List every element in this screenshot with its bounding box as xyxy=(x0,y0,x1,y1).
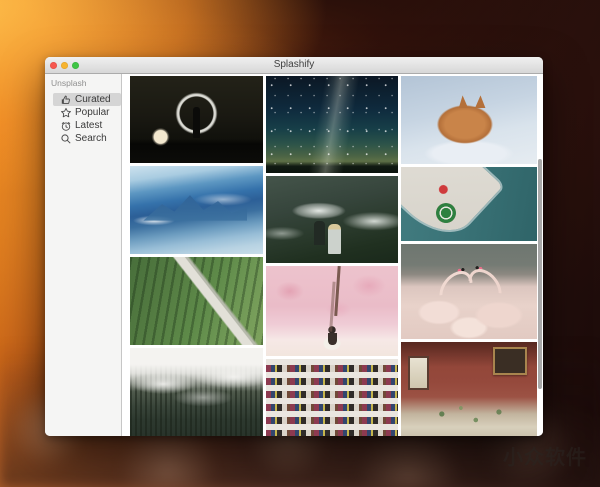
sidebar-item-label: Latest xyxy=(75,120,102,131)
sidebar-item-label: Search xyxy=(75,133,107,144)
scrollbar[interactable] xyxy=(538,159,542,389)
sidebar-item-label: Popular xyxy=(75,107,109,118)
titlebar[interactable]: Splashify xyxy=(45,57,543,74)
photo-grid-area xyxy=(122,74,543,436)
photo-foggy-hikers[interactable] xyxy=(266,176,398,263)
photo-night-light-circle[interactable] xyxy=(130,76,263,163)
sidebar-header: Unsplash xyxy=(51,78,121,88)
window-title: Splashify xyxy=(45,57,543,73)
photo-sleeping-fox[interactable] xyxy=(401,76,537,164)
star-icon xyxy=(60,107,72,119)
photo-cherry-blossom[interactable] xyxy=(266,266,398,356)
app-window: Splashify Unsplash Curated Popular La xyxy=(45,57,543,436)
gallery-column xyxy=(401,76,537,436)
minimize-button[interactable] xyxy=(61,62,68,69)
sidebar-item-label: Curated xyxy=(75,94,111,105)
search-icon xyxy=(60,133,72,145)
sidebar: Unsplash Curated Popular Latest xyxy=(45,74,122,436)
traffic-lights xyxy=(50,57,79,73)
photo-farm-fields[interactable] xyxy=(130,257,263,345)
photo-balcony-building[interactable] xyxy=(266,359,398,436)
photo-foggy-forest[interactable] xyxy=(130,348,263,436)
sidebar-item-search[interactable]: Search xyxy=(53,132,121,145)
gallery-column xyxy=(266,76,398,436)
clock-icon xyxy=(60,120,72,132)
photo-milky-way[interactable] xyxy=(266,76,398,173)
window-content: Unsplash Curated Popular Latest xyxy=(45,74,543,436)
photo-ship-aerial[interactable] xyxy=(401,167,537,241)
thumbs-up-icon xyxy=(60,94,72,106)
gallery-column xyxy=(130,76,263,436)
sidebar-item-curated[interactable]: Curated xyxy=(53,93,121,106)
photo-blue-mountains[interactable] xyxy=(130,166,263,254)
sidebar-item-popular[interactable]: Popular xyxy=(53,106,121,119)
photo-grid xyxy=(122,74,543,436)
watermark: 小众软件 xyxy=(503,441,587,470)
photo-red-room[interactable] xyxy=(401,342,537,436)
sidebar-item-latest[interactable]: Latest xyxy=(53,119,121,132)
photo-flamingos[interactable] xyxy=(401,244,537,339)
close-button[interactable] xyxy=(50,62,57,69)
zoom-button[interactable] xyxy=(72,62,79,69)
